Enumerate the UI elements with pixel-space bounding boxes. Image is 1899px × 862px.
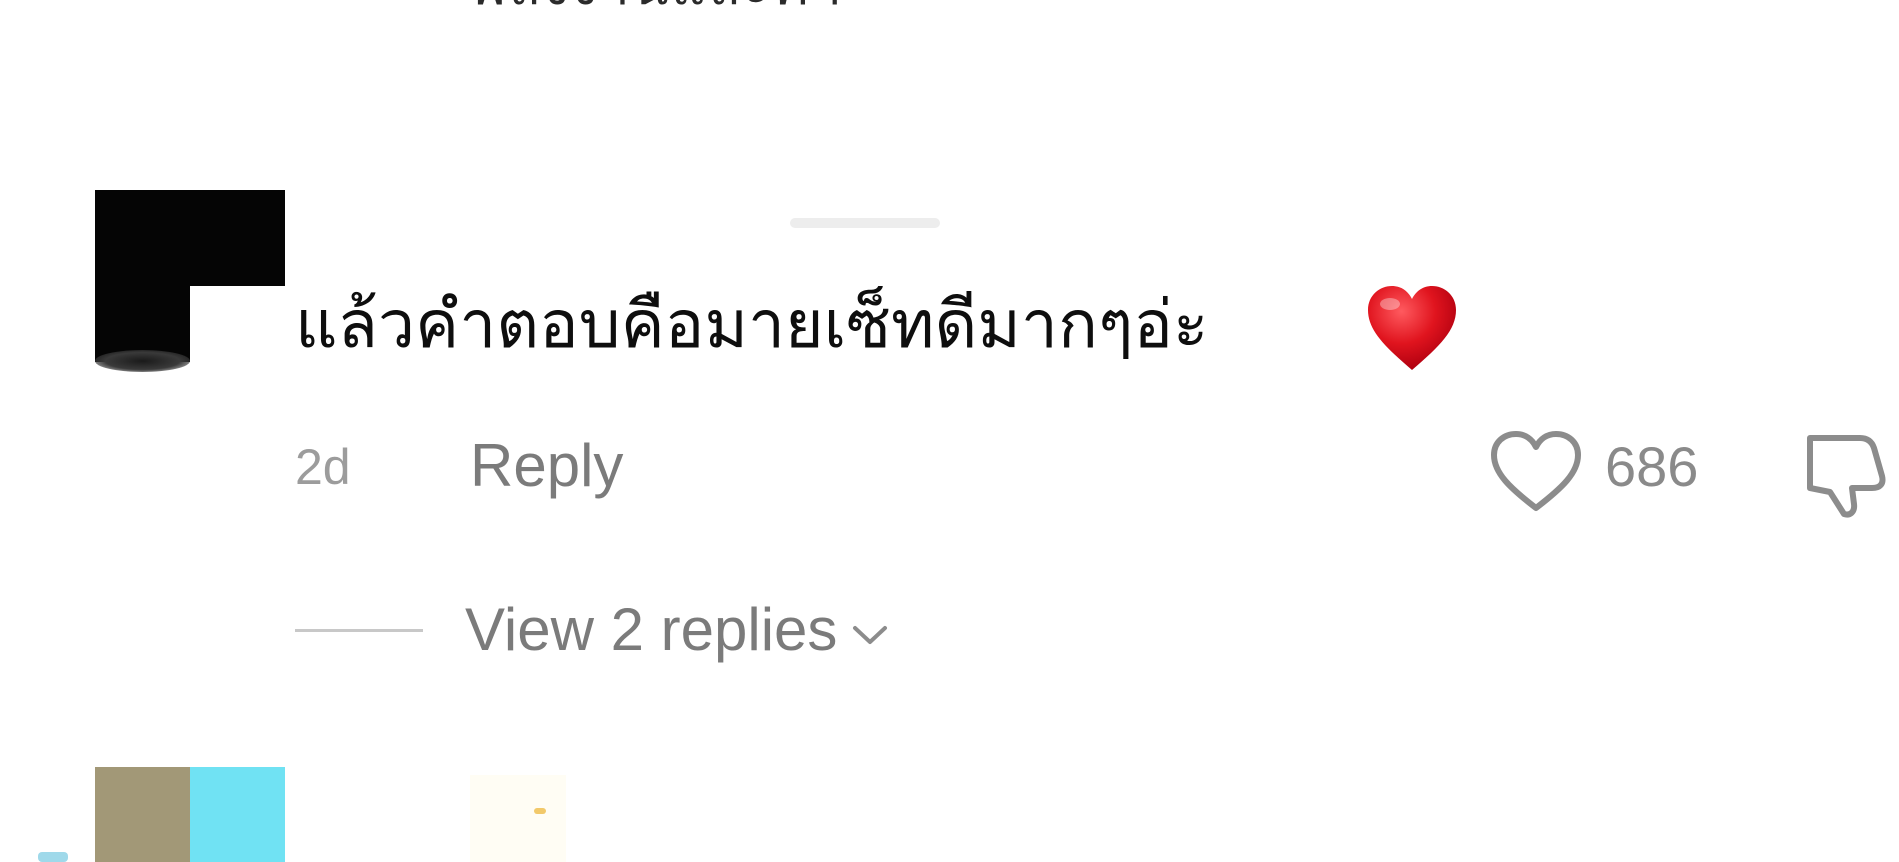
username-fragment-dot bbox=[534, 808, 546, 814]
chevron-down-icon bbox=[853, 626, 888, 644]
view-replies-button[interactable]: View 2 replies bbox=[295, 590, 889, 670]
comment-thread: พลังงานและค่า แล้วคำตอบคือมายเซ็ทดีมากๆอ… bbox=[0, 0, 1899, 862]
next-comment-avatar[interactable] bbox=[95, 767, 285, 862]
avatar[interactable] bbox=[95, 190, 285, 380]
heart-outline-icon[interactable] bbox=[1488, 428, 1584, 514]
red-heart-emoji-icon bbox=[1368, 286, 1456, 370]
left-edge-fragment bbox=[38, 852, 68, 862]
comment-text: แล้วคำตอบคือมายเซ็ทดีมากๆอ่ะ bbox=[295, 286, 1209, 363]
next-avatar-left-block bbox=[95, 767, 190, 862]
avatar-redaction-top bbox=[95, 190, 285, 286]
view-replies-label: View 2 replies bbox=[465, 596, 838, 663]
username-redacted[interactable] bbox=[790, 218, 940, 228]
thumbs-down-outline-icon[interactable] bbox=[1800, 426, 1892, 520]
next-comment-username-redacted[interactable] bbox=[470, 775, 566, 862]
avatar-shadow bbox=[95, 350, 190, 372]
next-avatar-right-block bbox=[190, 767, 285, 862]
like-count: 686 bbox=[1605, 435, 1699, 498]
reply-button[interactable]: Reply bbox=[470, 428, 623, 504]
comment-timestamp: 2d bbox=[295, 439, 351, 495]
replies-divider-line bbox=[295, 628, 423, 632]
previous-comment-text: พลังงานและค่า bbox=[470, 0, 990, 12]
